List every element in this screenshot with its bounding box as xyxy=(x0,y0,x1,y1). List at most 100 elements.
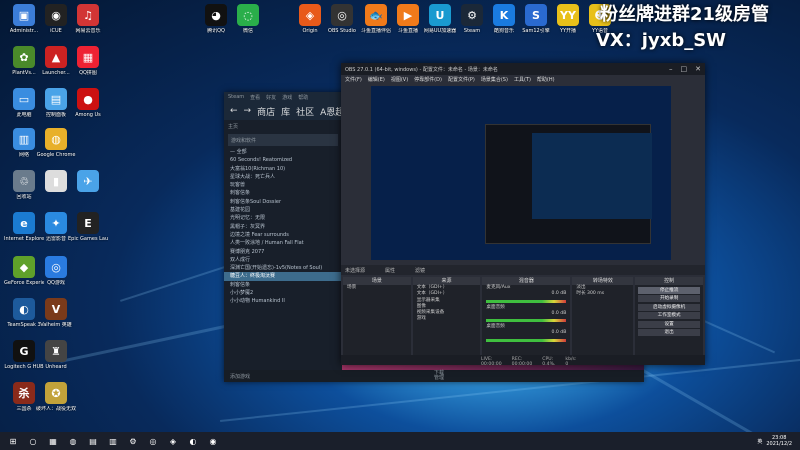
app-icon: ✪ xyxy=(45,382,67,404)
obs-window[interactable]: OBS 27.0.1 (64-bit, windows) - 配置文件：未命名 … xyxy=(341,63,705,365)
clock[interactable]: 23:08 2021/12/2 xyxy=(766,435,792,447)
clock-date: 2021/12/2 xyxy=(766,441,792,447)
game-list-item[interactable]: 深渊亡国(开始遗忘)-1v5(Notes of Soul) xyxy=(224,264,342,272)
steam-menu-friends[interactable]: 好友 xyxy=(266,94,276,101)
input-method-indicator[interactable]: 英 xyxy=(757,438,762,445)
desktop-icon[interactable]: ♫ 网易云音乐 xyxy=(68,4,108,34)
taskbar-app-icon[interactable]: ▤ xyxy=(86,435,100,447)
game-list-item[interactable]: 基建花园 xyxy=(224,206,342,214)
desktop-icon[interactable]: ◌ 微信 xyxy=(228,4,268,34)
game-list-item[interactable]: 大富翁10(Richman 10) xyxy=(224,165,342,173)
taskbar-app-icon[interactable]: ◐ xyxy=(186,435,200,447)
steam-menu-help[interactable]: 帮助 xyxy=(298,94,308,101)
obs-menubar: 文件(F) 编辑(E) 视图(V) 停靠部件(D) 配置文件(P) 场景集合(S) 工具(T… xyxy=(341,75,705,84)
filters-button[interactable]: 滤镜 xyxy=(415,267,425,274)
volume-meter[interactable] xyxy=(486,319,567,323)
taskbar-app-icon[interactable]: ▥ xyxy=(106,435,120,447)
live-timer: LIVE: 00:00:00 xyxy=(481,357,502,365)
game-list-item[interactable]: 小小梦魇2 xyxy=(224,289,342,297)
properties-button[interactable]: 属性 xyxy=(385,267,395,274)
desktop-icon[interactable]: ♜ Unheard xyxy=(36,340,76,370)
taskbar-app-icon[interactable]: ▦ xyxy=(46,435,60,447)
app-icon: ▮ xyxy=(45,170,67,192)
game-list-item[interactable]: 刺客信条Soul Dossier xyxy=(224,198,342,206)
desktop-icon-label: Epic Games Launcher xyxy=(68,236,108,242)
library-search-input[interactable]: 游戏和软件 xyxy=(228,134,338,146)
obs-control-button[interactable]: 开始录制 xyxy=(638,295,700,302)
obs-control-button[interactable]: 工作室模式 xyxy=(638,312,700,319)
desktop-icon[interactable]: ✈ xyxy=(68,170,108,194)
obs-control-button[interactable]: 启动虚拟摄像机 xyxy=(638,303,700,311)
game-list-item[interactable]: 星球大战：死亡兵人 xyxy=(224,173,342,181)
app-icon: ▲ xyxy=(45,46,67,68)
obs-control-button[interactable]: 设置 xyxy=(638,320,700,328)
game-list-item[interactable]: 玩客兽 xyxy=(224,181,342,189)
steam-menu-steam[interactable]: Steam xyxy=(228,94,244,100)
start-icon[interactable]: ⊞ xyxy=(6,435,20,447)
forward-arrow-icon[interactable]: → xyxy=(244,106,252,116)
library-section-all[interactable]: — 全部 xyxy=(224,148,342,156)
steam-menu-games[interactable]: 游戏 xyxy=(282,94,292,101)
watermark-wechat: VX：jyxb_SW xyxy=(596,30,727,51)
game-list-item[interactable]: 糖豆人：终极淘汰赛 xyxy=(224,272,342,281)
maximize-icon[interactable]: □ xyxy=(681,65,688,73)
game-list-item[interactable]: 刺客信条 xyxy=(224,189,342,197)
close-icon[interactable]: ✕ xyxy=(695,65,701,73)
sources-dock: 来源 文本（GDI+） 文本（GDI+） 显示器采集 图像 视频采集设备 游戏 xyxy=(412,277,481,355)
desktop-icon[interactable]: ✪ 破坏人：战役无双 xyxy=(36,382,76,412)
back-arrow-icon[interactable]: ← xyxy=(230,106,238,116)
volume-meter[interactable] xyxy=(486,299,567,303)
desktop-icon[interactable]: ◎ QQ游戏 xyxy=(36,256,76,286)
taskbar-app-icon[interactable]: ◎ xyxy=(146,435,160,447)
obs-menu-item[interactable]: 场景集合(S) xyxy=(481,76,508,83)
taskbar-app-icon[interactable]: ◈ xyxy=(166,435,180,447)
game-list-item[interactable]: 赛博朋克 2077 xyxy=(224,248,342,256)
game-list-item[interactable]: 人类一败涂地 / Human Fall Flat xyxy=(224,239,342,247)
transition-duration[interactable]: 时长 300 ms xyxy=(572,291,633,297)
obs-control-button[interactable]: 退出 xyxy=(638,329,700,336)
obs-preview[interactable] xyxy=(371,86,671,260)
volume-meter[interactable] xyxy=(486,338,567,342)
desktop-icon[interactable]: ▦ QQ拼图 xyxy=(68,46,108,76)
obs-docks: 场景 场景 来源 文本（GDI+） 文本（GDI+） 显示器采集 图像 视频采集设备 游戏… xyxy=(341,277,705,355)
nav-community[interactable]: 社区 xyxy=(296,105,314,118)
desktop-icon[interactable]: E Epic Games Launcher xyxy=(68,212,108,242)
taskbar-app-icon[interactable]: ○ xyxy=(26,435,40,447)
app-icon: ♫ xyxy=(77,4,99,26)
app-icon: ◍ xyxy=(45,128,67,150)
obs-menu-item[interactable]: 配置文件(P) xyxy=(448,76,475,83)
desktop-icon-label: QQ拼图 xyxy=(79,70,97,76)
nav-library[interactable]: 库 xyxy=(281,105,290,118)
game-list-item[interactable]: 小小动物 Humankind II xyxy=(224,297,342,305)
desktop-icon[interactable]: V Valheim 英雄 xyxy=(36,298,76,328)
game-list-item[interactable]: 边境之境 Fear surrounds xyxy=(224,231,342,239)
app-icon: ▥ xyxy=(13,128,35,150)
app-icon: YY xyxy=(557,4,579,26)
game-list-item[interactable]: 刺客信条 xyxy=(224,281,342,289)
app-icon: ◎ xyxy=(45,256,67,278)
game-list-item[interactable]: 双人成行 xyxy=(224,256,342,264)
obs-menu-item[interactable]: 视图(V) xyxy=(391,76,408,83)
game-list-item[interactable]: 光明记忆：无限 xyxy=(224,214,342,222)
taskbar-app-icon[interactable]: ◉ xyxy=(206,435,220,447)
obs-menu-item[interactable]: 帮助(H) xyxy=(537,76,555,83)
scene-item[interactable]: 场景 xyxy=(343,285,411,291)
obs-menu-item[interactable]: 停靠部件(D) xyxy=(414,76,442,83)
obs-menu-item[interactable]: 工具(T) xyxy=(514,76,531,83)
taskbar-app-icon[interactable]: ⚙ xyxy=(126,435,140,447)
obs-menu-item[interactable]: 编辑(E) xyxy=(368,76,385,83)
game-list-item[interactable]: 60 Seconds! Reatomized xyxy=(224,156,342,164)
nav-store[interactable]: 商店 xyxy=(257,105,275,118)
game-list-item[interactable]: 黑帽子：灰冥界 xyxy=(224,223,342,231)
desktop-icon[interactable]: ◍ Google Chrome xyxy=(36,128,76,158)
download-manager[interactable]: 下载 管理 xyxy=(434,371,444,381)
obs-menu-item[interactable]: 文件(F) xyxy=(345,76,362,83)
steam-menu-view[interactable]: 查看 xyxy=(250,94,260,101)
library-sidebar: 主页 游戏和软件 — 全部 60 Seconds! Reatomized 大富翁1… xyxy=(224,120,342,382)
minimize-icon[interactable]: – xyxy=(669,65,673,73)
library-home[interactable]: 主页 xyxy=(224,120,342,132)
source-item[interactable]: 游戏 xyxy=(413,316,481,322)
taskbar-app-icon[interactable]: ◍ xyxy=(66,435,80,447)
desktop-icon[interactable]: ● Among Us xyxy=(68,88,108,118)
obs-control-button[interactable]: 停止推流 xyxy=(638,286,700,294)
